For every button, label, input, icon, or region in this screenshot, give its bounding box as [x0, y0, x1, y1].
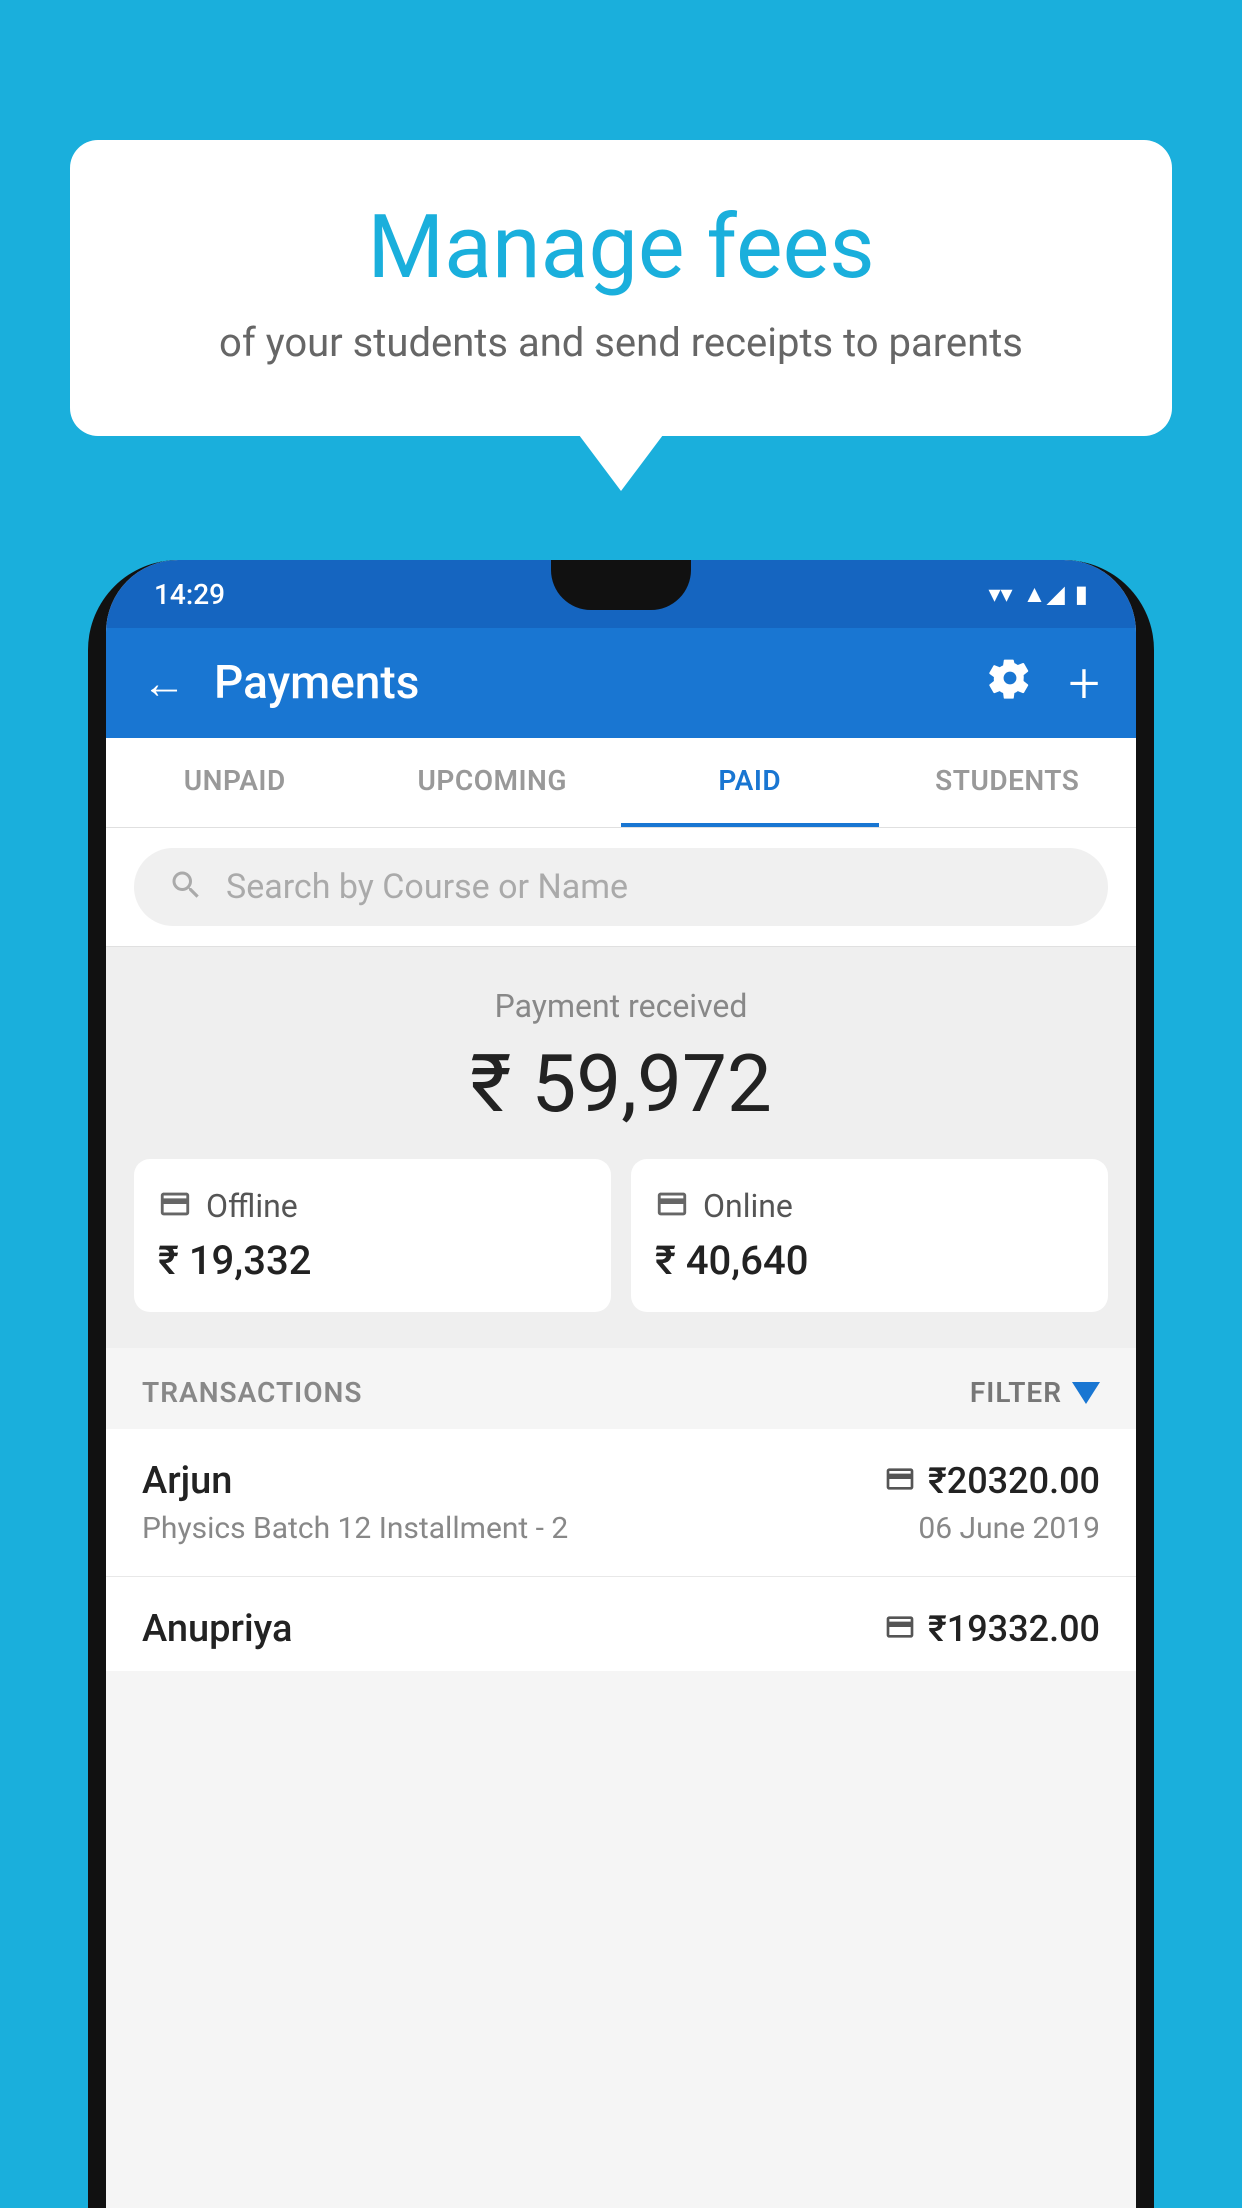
online-amount: ₹ 40,640 — [655, 1237, 1084, 1284]
transaction-course: Physics Batch 12 Installment - 2 — [142, 1511, 568, 1546]
search-container: Search by Course or Name — [106, 828, 1136, 947]
transactions-header: TRANSACTIONS FILTER — [106, 1348, 1136, 1429]
table-row[interactable]: Arjun ₹20320.00 Physics Batch 12 Install… — [106, 1429, 1136, 1577]
speech-bubble: Manage fees of your students and send re… — [70, 140, 1172, 436]
wifi-icon: ▾▾ — [988, 580, 1012, 608]
payment-received-label: Payment received — [134, 987, 1108, 1025]
bubble-title: Manage fees — [150, 200, 1092, 297]
payment-received-section: Payment received ₹ 59,972 Offline ₹ 1 — [106, 947, 1136, 1348]
online-icon — [655, 1187, 689, 1225]
search-icon — [168, 867, 204, 907]
transaction-date: 06 June 2019 — [918, 1511, 1100, 1546]
payment-cards: Offline ₹ 19,332 Online — [134, 1159, 1108, 1312]
transaction-amount: ₹20320.00 — [928, 1460, 1100, 1502]
add-button[interactable]: + — [1068, 650, 1100, 716]
offline-label: Offline — [206, 1187, 298, 1225]
payment-type-icon — [884, 1611, 916, 1647]
filter-label: FILTER — [970, 1376, 1062, 1409]
tab-students[interactable]: STUDENTS — [879, 738, 1137, 827]
online-card: Online ₹ 40,640 — [631, 1159, 1108, 1312]
search-input[interactable]: Search by Course or Name — [226, 867, 628, 907]
bubble-subtitle: of your students and send receipts to pa… — [150, 319, 1092, 366]
offline-amount: ₹ 19,332 — [158, 1237, 587, 1284]
back-button[interactable]: ← — [142, 657, 186, 709]
status-time: 14:29 — [154, 578, 225, 611]
table-row[interactable]: Anupriya ₹19332.00 — [106, 1577, 1136, 1671]
offline-icon — [158, 1187, 192, 1225]
phone-frame: 14:29 ▾▾ ▲◢ ▮ ← Payments + — [88, 560, 1154, 2208]
signal-icon: ▲◢ — [1023, 580, 1065, 609]
battery-icon: ▮ — [1075, 580, 1088, 608]
payment-type-icon — [884, 1463, 916, 1499]
payment-received-amount: ₹ 59,972 — [134, 1037, 1108, 1131]
notch — [551, 560, 691, 610]
tab-upcoming[interactable]: UPCOMING — [364, 738, 622, 827]
filter-icon — [1072, 1382, 1100, 1404]
tab-paid[interactable]: PAID — [621, 738, 879, 827]
transaction-name: Arjun — [142, 1459, 232, 1503]
online-label: Online — [703, 1187, 793, 1225]
settings-button[interactable] — [988, 656, 1032, 711]
tabs-bar: UNPAID UPCOMING PAID STUDENTS — [106, 738, 1136, 828]
app-bar: ← Payments + — [106, 628, 1136, 738]
transactions-label: TRANSACTIONS — [142, 1376, 362, 1409]
tab-unpaid[interactable]: UNPAID — [106, 738, 364, 827]
filter-button[interactable]: FILTER — [970, 1376, 1100, 1409]
transaction-amount: ₹19332.00 — [928, 1608, 1100, 1650]
app-title: Payments — [214, 656, 960, 710]
status-icons: ▾▾ ▲◢ ▮ — [988, 580, 1088, 609]
offline-card: Offline ₹ 19,332 — [134, 1159, 611, 1312]
transaction-name: Anupriya — [142, 1607, 292, 1651]
search-box[interactable]: Search by Course or Name — [134, 848, 1108, 926]
